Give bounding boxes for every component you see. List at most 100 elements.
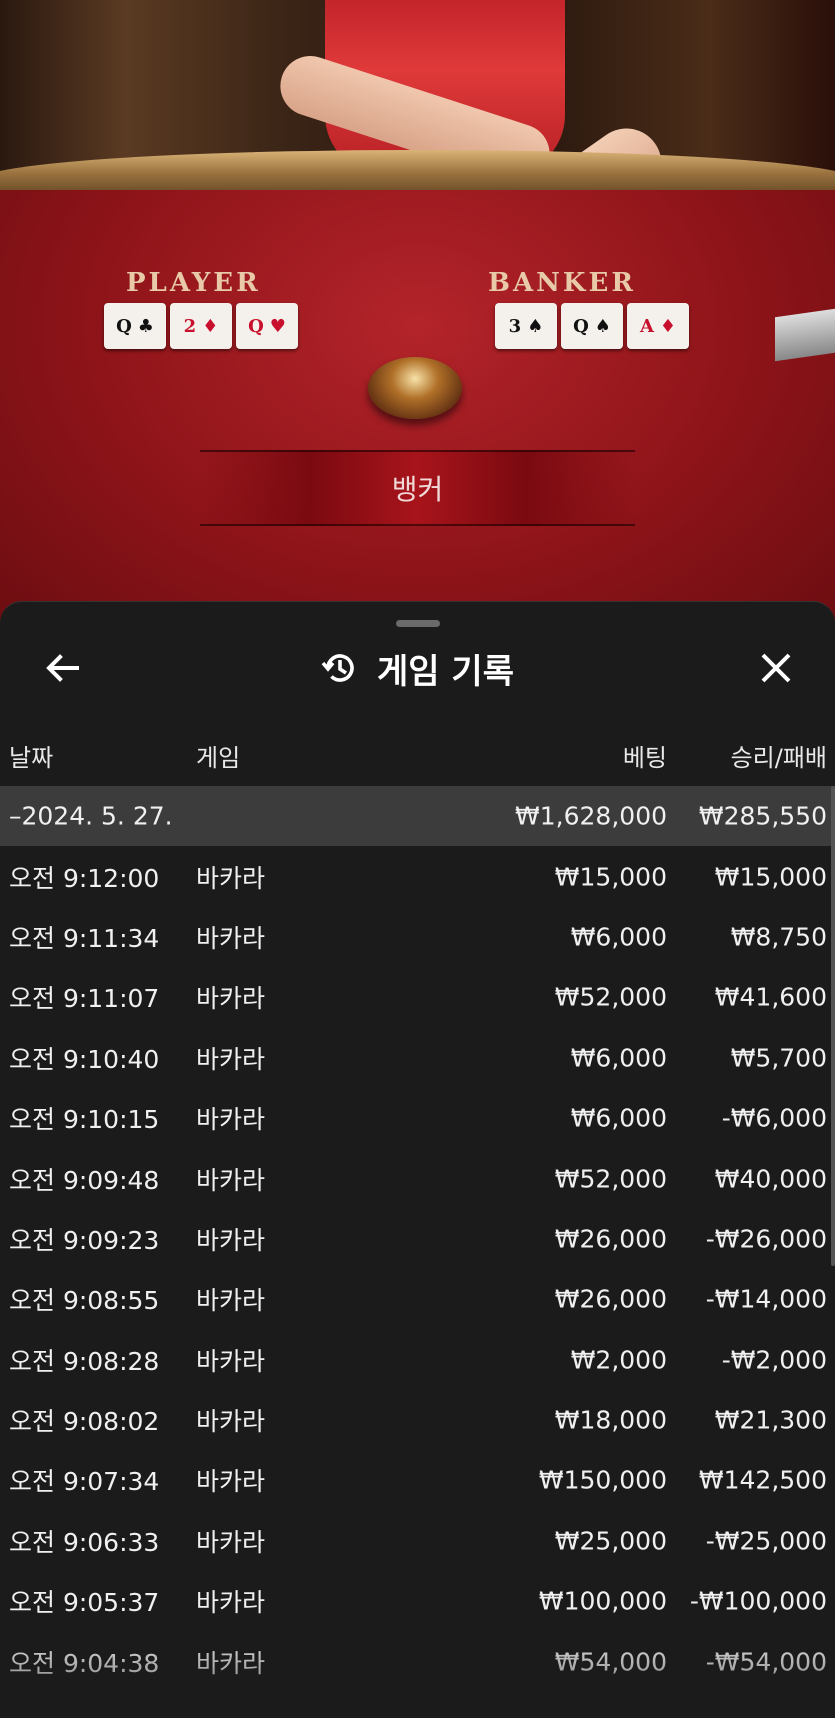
row-result: -₩2,000	[721, 1345, 827, 1375]
row-result: ₩41,600	[714, 982, 827, 1012]
row-date: 오전 9:10:40	[9, 1044, 160, 1074]
row-date: 오전 9:12:00	[9, 863, 160, 893]
summary-result-total: ₩285,550	[698, 801, 827, 831]
row-game: 바카라	[196, 984, 266, 1014]
history-row[interactable]: 오전 9:11:34 바카라 ₩6,000 ₩8,750	[0, 907, 835, 967]
game-history-sheet: 게임 기록 날짜 게임 베팅 승리/패배 –2024. 5. 27. ₩1,62…	[0, 601, 835, 1718]
history-row[interactable]: 오전 9:04:38 바카라 ₩54,000 -₩54,000	[0, 1631, 835, 1691]
history-row[interactable]: 오전 9:05:37 바카라 ₩100,000 -₩100,000	[0, 1571, 835, 1631]
row-date: 오전 9:08:02	[9, 1407, 160, 1437]
row-result: ₩5,700	[730, 1043, 827, 1073]
history-row[interactable]: 오전 9:07:34 바카라 ₩150,000 ₩142,500	[0, 1450, 835, 1510]
history-row[interactable]: 오전 9:08:02 바카라 ₩18,000 ₩21,300	[0, 1390, 835, 1450]
row-date: 오전 9:08:28	[9, 1346, 160, 1376]
row-date: 오전 9:09:23	[9, 1225, 160, 1255]
row-game: 바카라	[196, 863, 266, 893]
row-result: ₩15,000	[714, 862, 827, 892]
row-date: 오전 9:07:34	[9, 1467, 160, 1497]
history-clock-icon	[321, 654, 354, 682]
row-game: 바카라	[196, 1225, 266, 1255]
sheet-title: 게임 기록	[0, 642, 835, 694]
row-result: -₩26,000	[705, 1224, 827, 1254]
history-row[interactable]: 오전 9:11:07 바카라 ₩52,000 ₩41,600	[0, 967, 835, 1027]
row-bet: ₩6,000	[570, 1103, 667, 1133]
history-row[interactable]: 오전 9:08:55 바카라 ₩26,000 -₩14,000	[0, 1269, 835, 1329]
row-game: 바카라	[196, 1407, 266, 1437]
row-result: -₩54,000	[705, 1647, 827, 1677]
playing-card: Q ♥	[236, 303, 298, 349]
playing-card: 2 ♦	[170, 303, 232, 349]
row-game: 바카라	[196, 923, 266, 953]
row-result: -₩6,000	[721, 1103, 827, 1133]
row-bet: ₩52,000	[554, 1164, 667, 1194]
history-row[interactable]: 오전 9:06:33 바카라 ₩25,000 -₩25,000	[0, 1511, 835, 1571]
history-row[interactable]: 오전 9:10:40 바카라 ₩6,000 ₩5,700	[0, 1028, 835, 1088]
playing-card: Q ♠	[561, 303, 623, 349]
history-row[interactable]: 오전 9:08:28 바카라 ₩2,000 -₩2,000	[0, 1330, 835, 1390]
row-date: 오전 9:09:48	[9, 1165, 160, 1195]
row-game: 바카라	[196, 1527, 266, 1557]
column-header-date: 날짜	[9, 744, 54, 772]
history-table-header: 날짜 게임 베팅 승리/패배	[0, 732, 835, 772]
playing-card: Q ♣	[104, 303, 166, 349]
live-table-video: PLAYER BANKER Q ♣ 2 ♦ Q ♥ 3 ♠ Q ♠ A ♦ 뱅커	[0, 0, 835, 640]
row-game: 바카라	[196, 1105, 266, 1135]
banker-area-label: BANKER	[488, 268, 636, 298]
row-bet: ₩6,000	[570, 1043, 667, 1073]
row-date: 오전 9:11:34	[9, 923, 160, 953]
row-bet: ₩52,000	[554, 982, 667, 1012]
row-game: 바카라	[196, 1346, 266, 1376]
row-date: 오전 9:10:15	[9, 1105, 160, 1135]
row-date: 오전 9:08:55	[9, 1286, 160, 1316]
round-result-banner: 뱅커	[200, 450, 635, 526]
banker-cards: 3 ♠ Q ♠ A ♦	[495, 303, 689, 349]
player-cards: Q ♣ 2 ♦ Q ♥	[104, 303, 298, 349]
row-bet: ₩6,000	[570, 922, 667, 952]
playing-card: A ♦	[627, 303, 689, 349]
row-result: ₩40,000	[714, 1164, 827, 1194]
summary-bet-total: ₩1,628,000	[515, 801, 667, 831]
row-game: 바카라	[196, 1467, 266, 1497]
history-row[interactable]: 오전 9:12:00 바카라 ₩15,000 ₩15,000	[0, 846, 835, 906]
row-result: -₩100,000	[689, 1586, 827, 1616]
column-header-result: 승리/패배	[730, 744, 827, 772]
player-area-label: PLAYER	[126, 268, 261, 298]
column-header-bet: 베팅	[622, 744, 667, 772]
row-date: 오전 9:05:37	[9, 1588, 160, 1618]
row-result: ₩142,500	[698, 1465, 827, 1495]
row-bet: ₩2,000	[570, 1345, 667, 1375]
row-date: 오전 9:06:33	[9, 1527, 160, 1557]
row-bet: ₩26,000	[554, 1284, 667, 1314]
row-bet: ₩150,000	[538, 1465, 667, 1495]
row-game: 바카라	[196, 1286, 266, 1316]
history-row[interactable]: 오전 9:10:15 바카라 ₩6,000 -₩6,000	[0, 1088, 835, 1148]
row-result: -₩14,000	[705, 1284, 827, 1314]
row-game: 바카라	[196, 1044, 266, 1074]
history-row[interactable]: 오전 9:09:48 바카라 ₩52,000 ₩40,000	[0, 1148, 835, 1208]
row-bet: ₩25,000	[554, 1526, 667, 1556]
card-discard-box	[368, 357, 462, 419]
row-bet: ₩26,000	[554, 1224, 667, 1254]
playing-card: 3 ♠	[495, 303, 557, 349]
close-button[interactable]	[754, 646, 798, 690]
row-date: 오전 9:04:38	[9, 1648, 160, 1678]
row-bet: ₩54,000	[554, 1647, 667, 1677]
row-result: -₩25,000	[705, 1526, 827, 1556]
row-bet: ₩18,000	[554, 1405, 667, 1435]
row-result: ₩8,750	[730, 922, 827, 952]
card-shoe	[775, 308, 835, 362]
scrollbar[interactable]	[831, 786, 835, 1266]
history-table-body: –2024. 5. 27. ₩1,628,000 ₩285,550 오전 9:1…	[0, 786, 835, 1692]
row-result: ₩21,300	[714, 1405, 827, 1435]
history-row[interactable]: 오전 9:09:23 바카라 ₩26,000 -₩26,000	[0, 1209, 835, 1269]
sheet-drag-handle[interactable]	[396, 620, 440, 627]
date-summary-row[interactable]: –2024. 5. 27. ₩1,628,000 ₩285,550	[0, 786, 835, 847]
close-icon	[761, 653, 791, 683]
row-game: 바카라	[196, 1588, 266, 1618]
row-game: 바카라	[196, 1165, 266, 1195]
row-game: 바카라	[196, 1648, 266, 1678]
summary-date: –2024. 5. 27.	[9, 801, 173, 831]
column-header-game: 게임	[196, 744, 241, 772]
row-bet: ₩15,000	[554, 862, 667, 892]
sheet-title-text: 게임 기록	[377, 651, 514, 692]
